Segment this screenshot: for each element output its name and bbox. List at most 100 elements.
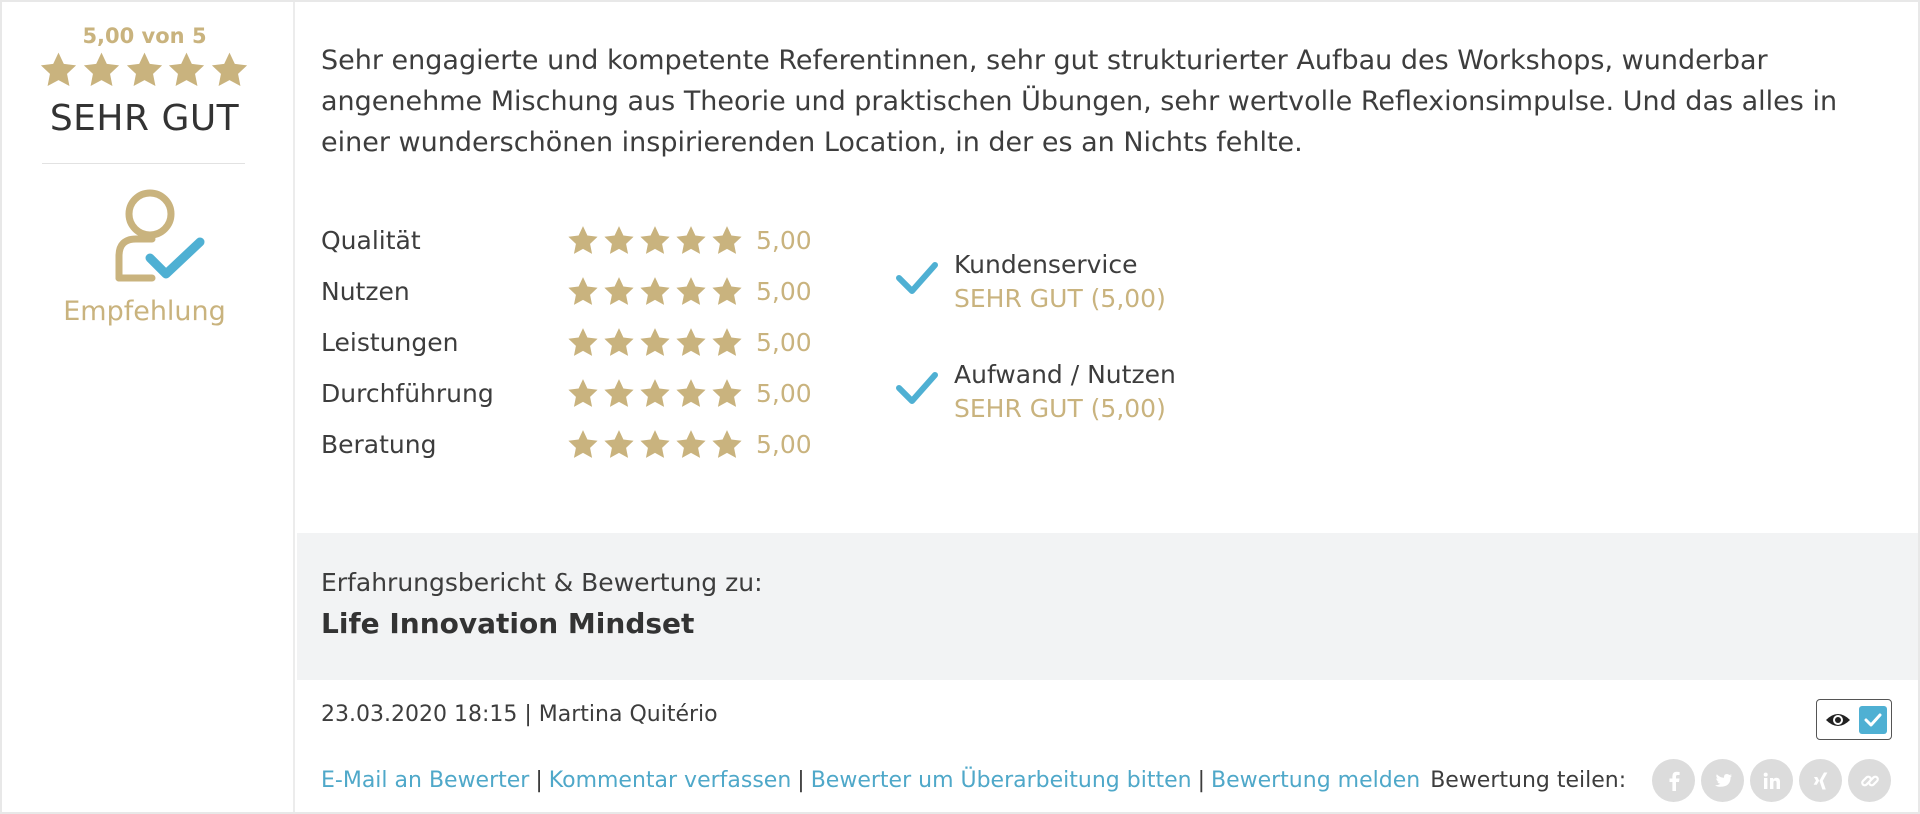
write-comment-link[interactable]: Kommentar verfassen	[549, 768, 792, 793]
star-icon	[640, 378, 670, 407]
criteria-row: Nutzen 5,00	[321, 266, 841, 317]
star-icon	[604, 276, 634, 305]
share-label: Bewertung teilen:	[1430, 768, 1627, 793]
review-card: 5,00 von 5 SEHR GUT Empfehlung Sehr enga…	[0, 0, 1920, 814]
divider	[42, 163, 245, 164]
star-icon	[568, 276, 598, 305]
star-icon	[568, 378, 598, 407]
review-author: Martina Quitério	[538, 702, 718, 727]
star-icon	[604, 225, 634, 254]
visibility-toggle[interactable]	[1816, 699, 1892, 740]
star-icon	[712, 276, 742, 305]
review-datetime: 23.03.2020 18:15	[321, 702, 518, 727]
criteria-label: Nutzen	[321, 277, 410, 306]
criteria-stars	[566, 428, 746, 462]
star-icon	[640, 276, 670, 305]
product-intro: Erfahrungsbericht & Bewertung zu:	[321, 568, 763, 597]
criteria-list: Qualität 5,00 Nutzen 5,00 Leistungen 5,0…	[321, 215, 841, 470]
star-icon	[712, 378, 742, 407]
criteria-stars	[566, 275, 746, 309]
star-icon	[568, 327, 598, 356]
star-icon	[169, 52, 205, 87]
criteria-label: Beratung	[321, 430, 437, 459]
share-facebook-button[interactable]	[1652, 759, 1696, 802]
star-icon	[40, 52, 77, 87]
copy-link-button[interactable]	[1848, 759, 1892, 802]
criteria-value: 5,00	[756, 328, 812, 357]
criteria-row: Durchführung 5,00	[321, 368, 841, 419]
criteria-value: 5,00	[756, 226, 812, 255]
check-title: Aufwand / Nutzen	[954, 360, 1176, 389]
overall-score: 5,00 von 5	[82, 24, 207, 48]
checkmark-icon	[896, 262, 938, 294]
share-linkedin-button[interactable]	[1750, 759, 1794, 802]
check-icon	[1864, 713, 1882, 727]
facebook-icon	[1669, 771, 1680, 791]
star-icon	[640, 225, 670, 254]
star-icon	[126, 52, 162, 87]
star-icon	[676, 225, 706, 254]
star-icon	[712, 225, 742, 254]
star-icon	[568, 429, 598, 458]
criteria-row: Leistungen 5,00	[321, 317, 841, 368]
product-band: Erfahrungsbericht & Bewertung zu: Life I…	[297, 533, 1918, 680]
star-icon	[568, 225, 598, 254]
star-icon	[712, 429, 742, 458]
xing-icon	[1813, 772, 1828, 789]
checkmark-icon	[896, 372, 938, 404]
star-icon	[604, 327, 634, 356]
report-review-link[interactable]: Bewertung melden	[1211, 768, 1420, 793]
rating-summary: 5,00 von 5 SEHR GUT Empfehlung	[2, 2, 295, 812]
action-separator: |	[535, 768, 543, 793]
star-icon	[640, 429, 670, 458]
overall-stars	[38, 50, 250, 92]
review-meta: 23.03.2020 18:15 | Martina Quitério	[321, 702, 718, 727]
criteria-stars	[566, 377, 746, 411]
action-separator: |	[1197, 768, 1205, 793]
star-icon	[676, 429, 706, 458]
email-reviewer-link[interactable]: E-Mail an Bewerter	[321, 768, 529, 793]
visibility-checkbox[interactable]	[1859, 706, 1887, 734]
overall-rating-word: SEHR GUT	[49, 98, 240, 139]
recommendation-user-check-icon	[115, 189, 205, 282]
criteria-value: 5,00	[756, 379, 812, 408]
check-rating: SEHR GUT (5,00)	[954, 284, 1166, 313]
review-content: Sehr engagierte und kompetente Referenti…	[297, 2, 1918, 812]
criteria-value: 5,00	[756, 430, 812, 459]
check-title: Kundenservice	[954, 250, 1138, 279]
star-icon	[604, 378, 634, 407]
request-revision-link[interactable]: Bewerter um Überarbeitung bitten	[811, 768, 1192, 793]
star-icon	[604, 429, 634, 458]
share-xing-button[interactable]	[1799, 759, 1843, 802]
check-rating: SEHR GUT (5,00)	[954, 394, 1166, 423]
review-actions: E-Mail an Bewerter | Kommentar verfassen…	[321, 759, 1892, 802]
criteria-row: Beratung 5,00	[321, 419, 841, 470]
criteria-label: Durchführung	[321, 379, 494, 408]
criteria-stars	[566, 224, 746, 258]
criteria-label: Qualität	[321, 226, 421, 255]
star-icon	[676, 327, 706, 356]
check-list: Kundenservice SEHR GUT (5,00) Aufwand / …	[895, 250, 1295, 470]
star-icon	[712, 327, 742, 356]
criteria-row: Qualität 5,00	[321, 215, 841, 266]
check-item-aufwand-nutzen: Aufwand / Nutzen SEHR GUT (5,00)	[895, 360, 1295, 470]
twitter-icon	[1714, 773, 1732, 787]
product-name: Life Innovation Mindset	[321, 607, 695, 640]
meta-separator: |	[524, 702, 532, 727]
share-twitter-button[interactable]	[1701, 759, 1745, 802]
linkedin-icon	[1763, 772, 1780, 789]
star-icon	[676, 378, 706, 407]
criteria-stars	[566, 326, 746, 360]
action-separator: |	[797, 768, 805, 793]
star-icon	[640, 327, 670, 356]
recommendation-label: Empfehlung	[63, 296, 226, 327]
star-icon	[211, 52, 248, 87]
criteria-label: Leistungen	[321, 328, 459, 357]
eye-icon	[1826, 714, 1850, 726]
criteria-value: 5,00	[756, 277, 812, 306]
social-share	[1652, 759, 1892, 802]
star-icon	[83, 52, 119, 87]
check-item-kundenservice: Kundenservice SEHR GUT (5,00)	[895, 250, 1295, 360]
star-icon	[676, 276, 706, 305]
review-text: Sehr engagierte und kompetente Referenti…	[321, 45, 1838, 158]
